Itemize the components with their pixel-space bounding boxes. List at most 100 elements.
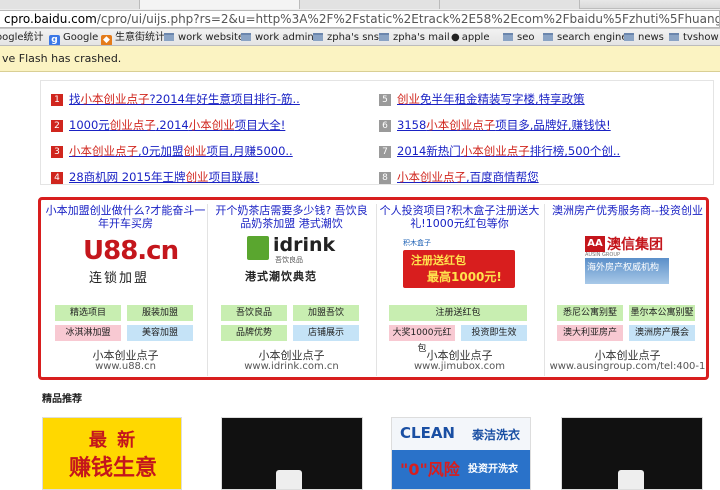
keyword-link[interactable]: 精选项目 — [55, 305, 121, 321]
text-ad-link[interactable]: 1000元创业点子,2014小本创业项目大全! — [69, 118, 285, 132]
ad-url[interactable]: www.ausingroup.com/tel:400-1 — [547, 361, 708, 372]
bookmark-folder-apple[interactable]: ● apple — [451, 31, 490, 44]
text-ad[interactable]: 8 小本创业点子,百度商情帮您 — [379, 169, 539, 185]
text-ad-link[interactable]: 2014新热门小本创业点子排行榜,500个创.. — [397, 144, 620, 158]
tab[interactable] — [300, 0, 440, 9]
folder-icon — [503, 33, 513, 41]
logo-small: 吾饮良品 — [275, 256, 303, 264]
divider — [376, 204, 377, 376]
bookmark-label: work admin — [255, 32, 314, 43]
bookmark-folder-mail[interactable]: zpha's mail — [379, 31, 450, 44]
recommended-thumb[interactable]: CLEAN 泰洁洗衣 "0"风险 投资开洗衣 — [391, 417, 531, 490]
ad-title[interactable]: 澳洲房产优秀服务商--投资创业 — [547, 204, 708, 217]
bookmark-folder-search-engine[interactable]: search engine — [543, 31, 628, 44]
ad-title[interactable]: 开个奶茶店需要多少钱? 吾饮良品奶茶加盟 港式潮饮 — [211, 204, 372, 230]
text-ad[interactable]: 5 创业免半年租金精装写字楼,特享政策 — [379, 91, 585, 107]
text-ad[interactable]: 1 找小本创业点子?2014年好生意项目排行-筋.. — [51, 91, 300, 107]
text-ad-link[interactable]: 3158小本创业点子项目多,品牌好,赚钱快! — [397, 118, 611, 132]
keyword-link[interactable]: 注册送红包 — [389, 305, 527, 321]
bookmarks-bar: oogle统计 g Google ◆ 生意街统计 work website work… — [0, 29, 720, 46]
logo-subtitle: 海外房产权威机构 — [587, 263, 660, 273]
keyword-link[interactable]: 投资即生效 — [461, 325, 527, 341]
thumb-text: 赚钱生意 — [68, 456, 157, 481]
bookmark-label: zpha's sns — [327, 32, 379, 43]
text-ad-link[interactable]: 创业免半年租金精装写字楼,特享政策 — [397, 92, 585, 106]
keyword-link[interactable]: 服装加盟 — [127, 305, 193, 321]
bookmark-label: oogle统计 — [0, 32, 44, 43]
image-ad-unit[interactable]: 开个奶茶店需要多少钱? 吾饮良品奶茶加盟 港式潮饮 idrink 吾饮良品 港式… — [211, 204, 372, 376]
bookmark-google-analytics[interactable]: oogle统计 — [0, 31, 44, 44]
image-ad-unit[interactable]: 澳洲房产优秀服务商--投资创业 AA 澳信集团 AUSIN GROUP 海外房产… — [547, 204, 708, 376]
tab-active[interactable] — [140, 0, 300, 9]
ausin-logo[interactable]: AA 澳信集团 AUSIN GROUP 海外房产权威机构 — [585, 236, 675, 286]
bookmark-folder-work-website[interactable]: work website — [164, 31, 244, 44]
ad-url[interactable]: www.idrink.com.cn — [211, 361, 372, 372]
bookmark-google[interactable]: g Google — [49, 31, 98, 45]
keyword-link[interactable]: 悉尼公寓别墅 — [557, 305, 623, 321]
image-ad-unit[interactable]: 小本加盟创业做什么?才能奋斗一年开车买房 U88.cn 连锁加盟 精选项目 服装… — [45, 204, 206, 376]
ad-url[interactable]: www.u88.cn — [45, 361, 206, 372]
text-ad-link[interactable]: 小本创业点子,0元加盟创业项目,月赚5000.. — [69, 144, 293, 158]
jimubox-banner[interactable]: 积木盒子 注册送红包 最高1000元! — [403, 238, 515, 296]
folder-icon — [241, 33, 251, 41]
text-ad-part: 28商机网 2015年王牌 — [69, 170, 186, 184]
text-ad-part: 排行榜,500个创.. — [529, 144, 621, 158]
text-ad-part: 项目,月赚5000.. — [206, 144, 293, 158]
keyword-link[interactable]: 澳洲房产展会 — [629, 325, 695, 341]
bookmark-stats[interactable]: ◆ 生意街统计 — [101, 31, 165, 45]
recommended-thumb[interactable] — [561, 417, 703, 490]
u88-logo[interactable]: U88.cn 连锁加盟 — [75, 236, 179, 286]
text-ad-link[interactable]: 小本创业点子,百度商情帮您 — [397, 170, 539, 184]
recommended-thumb[interactable] — [221, 417, 363, 490]
keyword-link[interactable]: 大奖1000元红包 — [389, 325, 455, 354]
text-ad-highlight: 创业点子 — [109, 118, 156, 132]
keyword-link[interactable]: 墨尔本公寓别墅 — [629, 305, 695, 321]
keyword-link[interactable]: 吾饮良品 — [221, 305, 287, 321]
keyword-link[interactable]: 美容加盟 — [127, 325, 193, 341]
bookmark-folder-work-admin[interactable]: work admin — [241, 31, 314, 44]
text-ad[interactable]: 4 28商机网 2015年王牌创业项目联展! — [51, 169, 259, 185]
bookmark-folder-seo[interactable]: seo — [503, 31, 534, 44]
stats-icon: ◆ — [101, 35, 112, 45]
image-ad-unit[interactable]: 个人投资项目?积木盒子注册送大礼!1000元红包等你 积木盒子 注册送红包 最高… — [379, 204, 540, 376]
text-ad-highlight: 创业 — [397, 92, 420, 106]
text-ad-part: 项目多,品牌好,赚钱快! — [495, 118, 611, 132]
keyword-link[interactable]: 澳大利亚房产 — [557, 325, 623, 341]
thumb-slogan: "0"风险 — [400, 460, 460, 479]
text-ad-part: 找 — [69, 92, 81, 106]
bookmark-folder-news[interactable]: news — [624, 31, 664, 44]
tab[interactable] — [440, 0, 580, 9]
address-bar[interactable]: cpro.baidu.com/cpro/ui/uijs.php?rs=2&u=h… — [0, 10, 720, 28]
keyword-link[interactable]: 冰淇淋加盟 — [55, 325, 121, 341]
rank-badge: 6 — [379, 120, 391, 132]
keyword-link[interactable]: 加盟吾饮 — [293, 305, 359, 321]
thumb-text: 最 新 — [88, 430, 138, 451]
rank-badge: 2 — [51, 120, 63, 132]
text-ad-highlight: 创业 — [183, 144, 207, 158]
google-icon: g — [49, 35, 60, 45]
bookmark-folder-tvshow[interactable]: tvshow — [669, 31, 719, 44]
text-ad-highlight: 创业 — [185, 170, 209, 184]
ad-title[interactable]: 个人投资项目?积木盒子注册送大礼!1000元红包等你 — [379, 204, 540, 230]
section-heading: 精品推荐 — [42, 394, 82, 405]
infobar-message: ve Flash has crashed. — [2, 52, 122, 65]
recommended-thumb[interactable]: 最 新 赚钱生意 — [42, 417, 182, 490]
text-ad-highlight: 小本创业点子 — [397, 170, 466, 184]
text-ad-part: ?2014年好生意项目排行-筋.. — [149, 92, 300, 106]
page-content: 1 找小本创业点子?2014年好生意项目排行-筋.. 2 1000元创业点子,201… — [0, 72, 720, 490]
ad-title[interactable]: 小本加盟创业做什么?才能奋斗一年开车买房 — [45, 204, 206, 230]
text-ad[interactable]: 2 1000元创业点子,2014小本创业项目大全! — [51, 117, 285, 133]
keyword-link[interactable]: 品牌优势 — [221, 325, 287, 341]
ad-url[interactable]: www.jimubox.com — [379, 361, 540, 372]
text-ad[interactable]: 6 3158小本创业点子项目多,品牌好,赚钱快! — [379, 117, 611, 133]
divider — [544, 204, 545, 376]
text-ad[interactable]: 7 2014新热门小本创业点子排行榜,500个创.. — [379, 143, 620, 159]
bookmark-folder-sns[interactable]: zpha's sns — [313, 31, 379, 44]
tab[interactable] — [0, 0, 140, 9]
idrink-logo[interactable]: idrink 吾饮良品 港式潮饮典范 — [241, 234, 341, 286]
text-ad[interactable]: 3 小本创业点子,0元加盟创业项目,月赚5000.. — [51, 143, 293, 159]
text-ad-link[interactable]: 找小本创业点子?2014年好生意项目排行-筋.. — [69, 92, 300, 106]
text-ad-link[interactable]: 28商机网 2015年王牌创业项目联展! — [69, 170, 259, 184]
text-ad-highlight: 小本创业点子 — [460, 144, 530, 158]
keyword-link[interactable]: 店铺展示 — [293, 325, 359, 341]
